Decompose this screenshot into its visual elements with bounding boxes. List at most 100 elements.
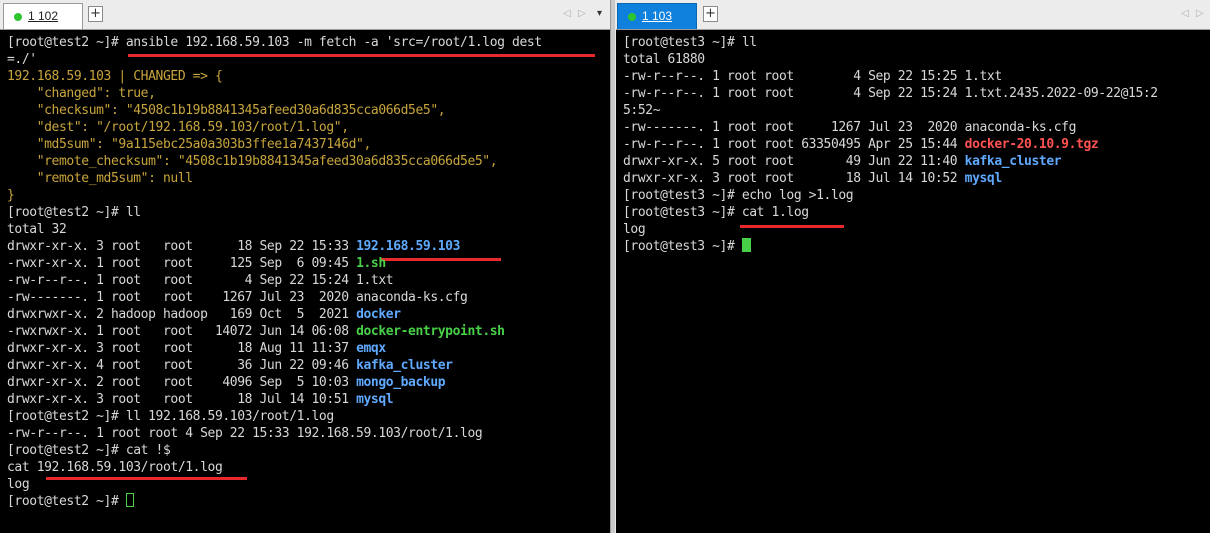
terminal-text: drwxr-xr-x. 4 root root 36 Jun 22 09:46 xyxy=(7,358,357,373)
terminal-text: [root@test2 ~]# ansible 192.168.59.103 -… xyxy=(7,35,542,50)
terminal-line: "md5sum": "9a115ebc25a0a303b3ffee1a74371… xyxy=(7,136,372,153)
terminal-text: -rw-------. 1 root root 1267 Jul 23 2020… xyxy=(7,290,468,305)
terminal-text: drwxr-xr-x. 2 root root 4096 Sep 5 10:03 xyxy=(7,375,357,390)
terminal-line: [root@test2 ~]# cat !$ xyxy=(7,442,171,459)
terminal-text: "changed": true, xyxy=(7,86,156,101)
terminal-line: log xyxy=(623,221,646,238)
terminal-line: 192.168.59.103 | CHANGED => { xyxy=(7,68,223,85)
terminal-line: [root@test2 ~]# ansible 192.168.59.103 -… xyxy=(7,34,542,51)
terminal-text: -rw-r--r--. 1 root root 4 Sep 22 15:24 1… xyxy=(7,273,394,288)
terminal-line: drwxrwxr-x. 2 hadoop hadoop 169 Oct 5 20… xyxy=(7,306,401,323)
terminal-line: total 32 xyxy=(7,221,67,238)
terminal-text: "remote_checksum": "4508c1b19b8841345afe… xyxy=(7,154,498,169)
terminal-line: -rw-r--r--. 1 root root 63350495 Apr 25 … xyxy=(623,136,1099,153)
terminal-line: [root@test3 ~]# ll xyxy=(623,34,757,51)
terminal-text: "md5sum": "9a115ebc25a0a303b3ffee1a74371… xyxy=(7,137,372,152)
terminal-line: drwxr-xr-x. 3 root root 18 Jul 14 10:51 … xyxy=(7,391,394,408)
terminal-line: "changed": true, xyxy=(7,85,156,102)
terminal-line: -rw-r--r--. 1 root root 4 Sep 22 15:24 1… xyxy=(7,272,394,289)
new-tab-button[interactable]: + xyxy=(703,6,718,22)
scroll-tabs-right-icon[interactable]: ▷ xyxy=(578,8,586,19)
terminal-text: total 32 xyxy=(7,222,67,237)
annotation-underline xyxy=(46,477,247,480)
terminal-output-right[interactable]: [root@test3 ~]# ll total 61880 -rw-r--r--.… xyxy=(616,30,1210,533)
terminal-text: 192.168.59.103 | CHANGED => { xyxy=(7,69,223,84)
tab-session-103[interactable]: 1 103 xyxy=(617,3,697,29)
scroll-tabs-left-icon[interactable]: ◁ xyxy=(563,8,571,19)
terminal-text: "dest": "/root/192.168.59.103/root/1.log… xyxy=(7,120,349,135)
terminal-line: -rw-------. 1 root root 1267 Jul 23 2020… xyxy=(623,119,1076,136)
text-cursor xyxy=(125,493,134,507)
terminal-line: cat 192.168.59.103/root/1.log xyxy=(7,459,223,476)
terminal-text: total 61880 xyxy=(623,52,705,67)
tab-label: 1 102 xyxy=(28,9,59,23)
annotation-underline xyxy=(740,225,844,228)
terminal-line: -rwxrwxr-x. 1 root root 14072 Jun 14 06:… xyxy=(7,323,505,340)
terminal-line: -rw-r--r--. 1 root root 4 Sep 22 15:25 1… xyxy=(623,68,1002,85)
terminal-line: [root@test3 ~]# cat 1.log xyxy=(623,204,809,221)
terminal-text: kafka_cluster xyxy=(356,358,453,373)
terminal-text: mysql xyxy=(964,171,1003,186)
terminal-output-left[interactable]: [root@test2 ~]# ansible 192.168.59.103 -… xyxy=(0,30,610,533)
terminal-line: [root@test2 ~]# xyxy=(7,493,134,510)
terminal-line: drwxr-xr-x. 3 root root 18 Sep 22 15:33 … xyxy=(7,238,460,255)
terminal-line: [root@test2 ~]# ll xyxy=(7,204,141,221)
tab-session-102[interactable]: 1 102 xyxy=(3,3,83,29)
terminal-text: mysql xyxy=(356,392,394,407)
terminal-pane-right: 1 103 + ◁ ▷ [root@test3 ~]# ll total 6188… xyxy=(616,0,1210,533)
terminal-text: -rwxrwxr-x. 1 root root 14072 Jun 14 06:… xyxy=(7,324,357,339)
terminal-text: [root@test2 ~]# cat !$ xyxy=(7,443,171,458)
terminal-text: [root@test2 ~]# ll xyxy=(7,205,141,220)
terminal-text: log xyxy=(7,477,30,492)
scroll-tabs-left-icon[interactable]: ◁ xyxy=(1181,8,1189,19)
terminal-text: drwxr-xr-x. 3 root root 18 Jul 14 10:51 xyxy=(7,392,357,407)
terminal-line: -rw-r--r--. 1 root root 4 Sep 22 15:24 1… xyxy=(623,85,1158,102)
terminal-text: docker-20.10.9.tgz xyxy=(964,137,1099,152)
terminal-line: -rwxr-xr-x. 1 root root 125 Sep 6 09:45 … xyxy=(7,255,386,272)
tab-label: 1 103 xyxy=(642,9,673,23)
terminal-pane-left: 1 102 + ◁ ▷ ▾ [root@test2 ~]# ansible 19… xyxy=(0,0,610,533)
terminal-text: docker-entrypoint.sh xyxy=(356,324,505,339)
annotation-underline xyxy=(128,54,595,57)
terminal-line: [root@test2 ~]# ll 192.168.59.103/root/1… xyxy=(7,408,334,425)
terminal-line: =./' xyxy=(7,51,37,68)
terminal-text: mongo_backup xyxy=(356,375,446,390)
terminal-line: drwxr-xr-x. 4 root root 36 Jun 22 09:46 … xyxy=(7,357,453,374)
scroll-tabs-right-icon[interactable]: ▷ xyxy=(1196,8,1204,19)
terminal-text: [root@test3 ~]# ll xyxy=(623,35,757,50)
terminal-text: =./' xyxy=(7,52,37,67)
terminal-line: "remote_checksum": "4508c1b19b8841345afe… xyxy=(7,153,498,170)
terminal-text: [root@test3 ~]# cat 1.log xyxy=(623,205,809,220)
annotation-underline xyxy=(380,258,501,261)
terminal-text: kafka_cluster xyxy=(964,154,1062,169)
terminal-text: emqx xyxy=(356,341,386,356)
terminal-line: total 61880 xyxy=(623,51,705,68)
terminal-line: 5:52~ xyxy=(623,102,661,119)
terminal-text: [root@test2 ~]# ll 192.168.59.103/root/1… xyxy=(7,409,334,424)
text-cursor xyxy=(741,238,751,252)
terminal-line: log xyxy=(7,476,30,493)
terminal-text: log xyxy=(623,222,646,237)
terminal-line: -rw-------. 1 root root 1267 Jul 23 2020… xyxy=(7,289,468,306)
connection-status-icon xyxy=(628,13,636,21)
terminal-text: "checksum": "4508c1b19b8841345afeed30a6d… xyxy=(7,103,446,118)
terminal-text: -rw-r--r--. 1 root root 63350495 Apr 25 … xyxy=(623,137,965,152)
terminal-text: drwxr-xr-x. 3 root root 18 Sep 22 15:33 xyxy=(7,239,357,254)
terminal-text: [root@test3 ~]# echo log >1.log xyxy=(623,188,854,203)
terminal-text: drwxr-xr-x. 3 root root 18 Aug 11 11:37 xyxy=(7,341,357,356)
terminal-line: -rw-r--r--. 1 root root 4 Sep 22 15:33 1… xyxy=(7,425,483,442)
terminal-text: 1.sh xyxy=(356,256,386,271)
terminal-line: drwxr-xr-x. 3 root root 18 Jul 14 10:52 … xyxy=(623,170,1002,187)
terminal-line: "remote_md5sum": null xyxy=(7,170,193,187)
terminal-text: [root@test2 ~]# xyxy=(7,494,126,509)
terminal-text: -rw-r--r--. 1 root root 4 Sep 22 15:33 1… xyxy=(7,426,483,441)
terminal-line: drwxr-xr-x. 5 root root 49 Jun 22 11:40 … xyxy=(623,153,1062,170)
tab-bar-left: 1 102 + ◁ ▷ ▾ xyxy=(0,0,610,30)
terminal-text: -rw-r--r--. 1 root root 4 Sep 22 15:24 1… xyxy=(623,86,1158,101)
new-tab-button[interactable]: + xyxy=(88,6,103,22)
terminal-text: 192.168.59.103 xyxy=(356,239,461,254)
tab-list-dropdown-icon[interactable]: ▾ xyxy=(597,8,602,19)
terminal-text: } xyxy=(7,188,15,203)
terminal-text: -rw-r--r--. 1 root root 4 Sep 22 15:25 1… xyxy=(623,69,1002,84)
connection-status-icon xyxy=(14,13,22,21)
